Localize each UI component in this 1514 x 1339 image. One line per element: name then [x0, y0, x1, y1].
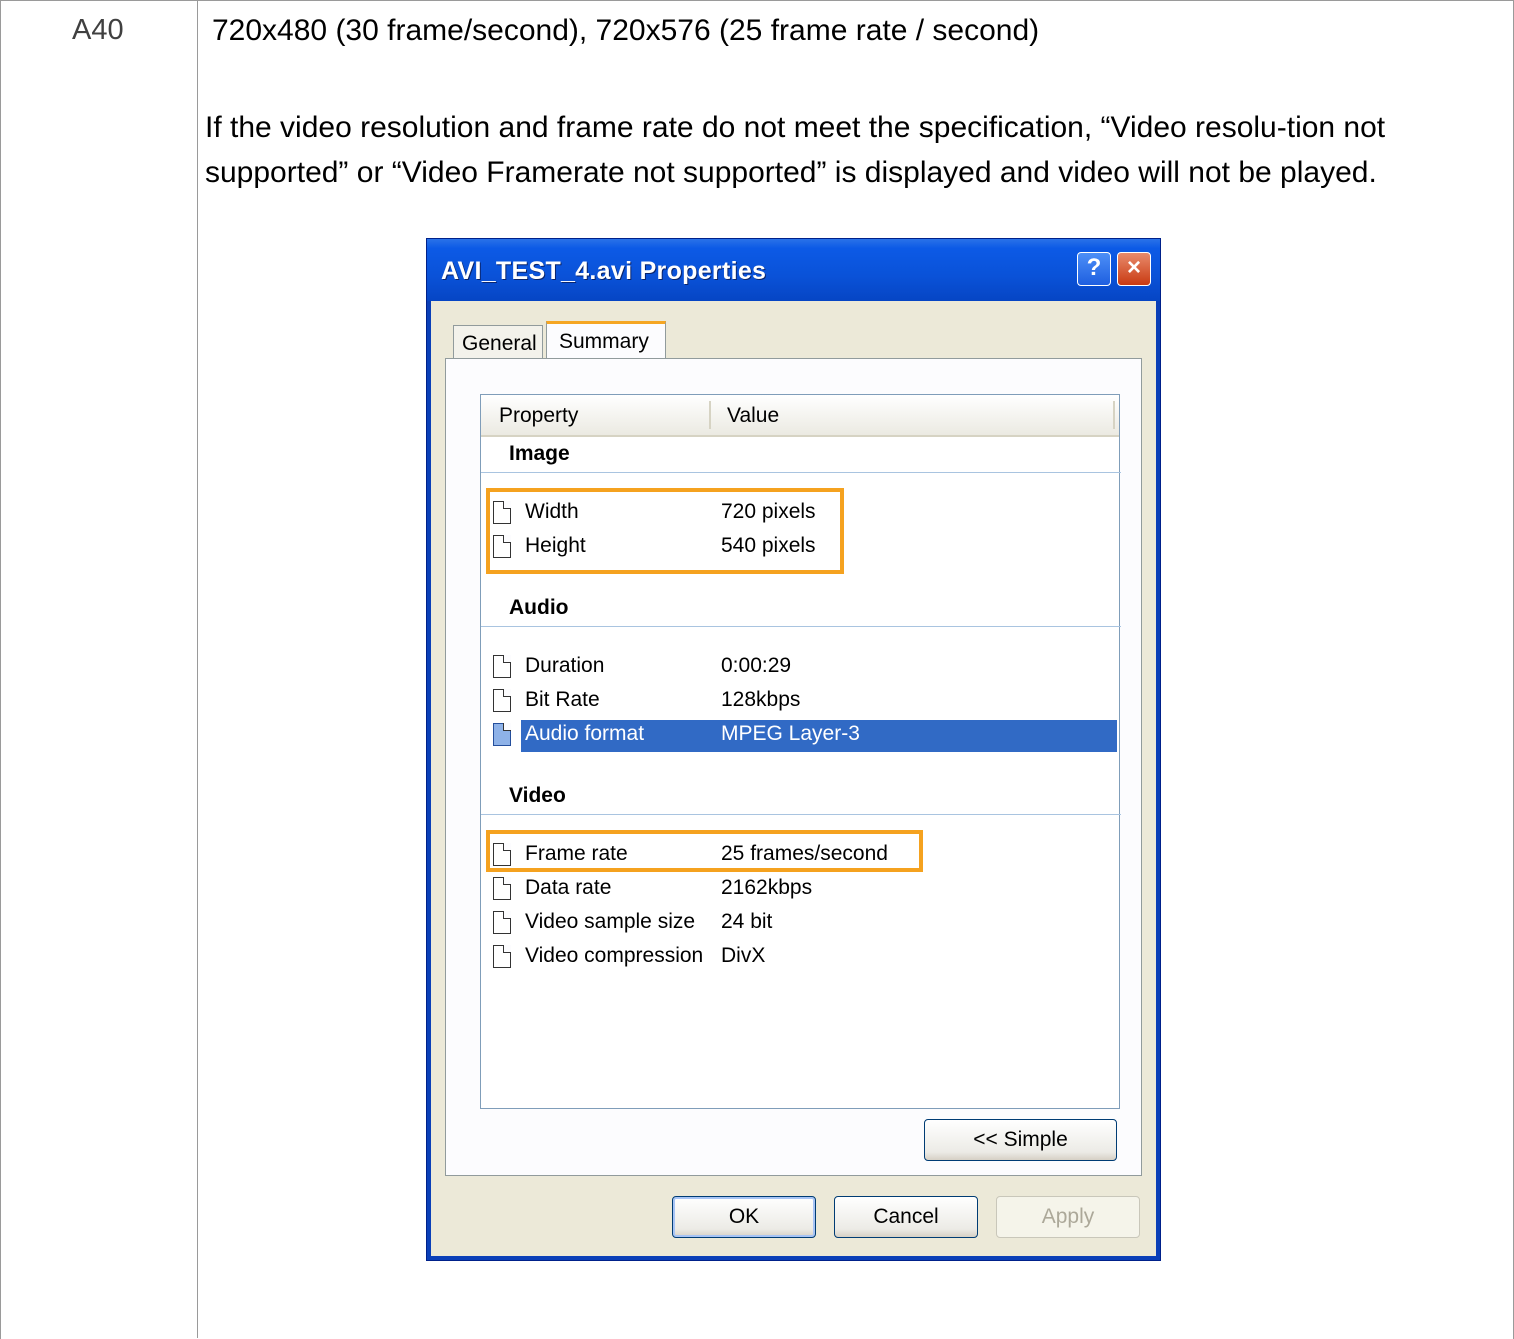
- document-icon: [493, 877, 511, 900]
- property-name: Data rate: [525, 876, 612, 899]
- property-name: Duration: [525, 654, 605, 677]
- list-item[interactable]: Bit Rate 128kbps: [491, 686, 1117, 718]
- list-item[interactable]: Video sample size 24 bit: [491, 908, 1117, 940]
- cancel-button[interactable]: Cancel: [834, 1196, 978, 1238]
- group-audio: Audio: [509, 596, 569, 619]
- dialog-title: AVI_TEST_4.avi Properties: [441, 257, 767, 285]
- group-video: Video: [509, 784, 566, 807]
- property-name: Bit Rate: [525, 688, 600, 711]
- apply-button[interactable]: Apply: [996, 1196, 1140, 1238]
- column-separator[interactable]: [709, 401, 711, 429]
- help-icon[interactable]: ?: [1077, 252, 1111, 286]
- highlight-box: [486, 488, 844, 574]
- column-header-property[interactable]: Property: [499, 404, 578, 428]
- description-text: If the video resolution and frame rate d…: [205, 111, 1386, 189]
- properties-dialog: AVI_TEST_4.avi Properties ? × General Su…: [426, 238, 1161, 1261]
- row-id: A40: [72, 14, 124, 46]
- document-icon: [493, 945, 511, 968]
- property-name: Video sample size: [525, 910, 696, 933]
- column-divider: [197, 0, 198, 1338]
- ok-button[interactable]: OK: [672, 1196, 816, 1238]
- dialog-client: General Summary Property Value Image Wid…: [431, 301, 1156, 1256]
- list-header: Property Value: [481, 395, 1119, 437]
- tab-general[interactable]: General: [453, 325, 543, 359]
- property-value: 0:00:29: [721, 654, 792, 677]
- summary-panel: Property Value Image Width 720 pixels He…: [445, 358, 1142, 1176]
- list-item[interactable]: Video compression DivX: [491, 942, 1117, 974]
- document-icon: [493, 655, 511, 678]
- property-value: 128kbps: [721, 688, 801, 711]
- property-value: 2162kbps: [721, 876, 813, 899]
- group-divider: [481, 626, 1121, 627]
- document-icon: [493, 723, 511, 746]
- group-divider: [481, 814, 1121, 815]
- property-name: Audio format: [525, 722, 645, 745]
- property-list[interactable]: Property Value Image Width 720 pixels He…: [480, 394, 1121, 1109]
- column-header-value[interactable]: Value: [727, 404, 779, 428]
- property-value: DivX: [721, 944, 766, 967]
- list-item[interactable]: Duration 0:00:29: [491, 652, 1117, 684]
- close-icon[interactable]: ×: [1117, 252, 1151, 286]
- highlight-box: [486, 830, 923, 872]
- property-name: Video compression: [525, 944, 704, 967]
- document-icon: [493, 689, 511, 712]
- list-item-selected[interactable]: Audio format MPEG Layer-3: [491, 720, 1117, 752]
- list-item[interactable]: Data rate 2162kbps: [491, 874, 1117, 906]
- property-value: 24 bit: [721, 910, 773, 933]
- document-icon: [493, 911, 511, 934]
- group-divider: [481, 472, 1121, 473]
- group-image: Image: [509, 442, 570, 465]
- column-separator: [1113, 401, 1115, 429]
- simple-button[interactable]: << Simple: [924, 1119, 1117, 1161]
- resolution-heading: 720x480 (30 frame/second), 720x576 (25 f…: [212, 14, 1040, 47]
- title-bar[interactable]: AVI_TEST_4.avi Properties ? ×: [427, 239, 1160, 301]
- property-value: MPEG Layer-3: [721, 722, 860, 745]
- tab-summary[interactable]: Summary: [546, 321, 666, 361]
